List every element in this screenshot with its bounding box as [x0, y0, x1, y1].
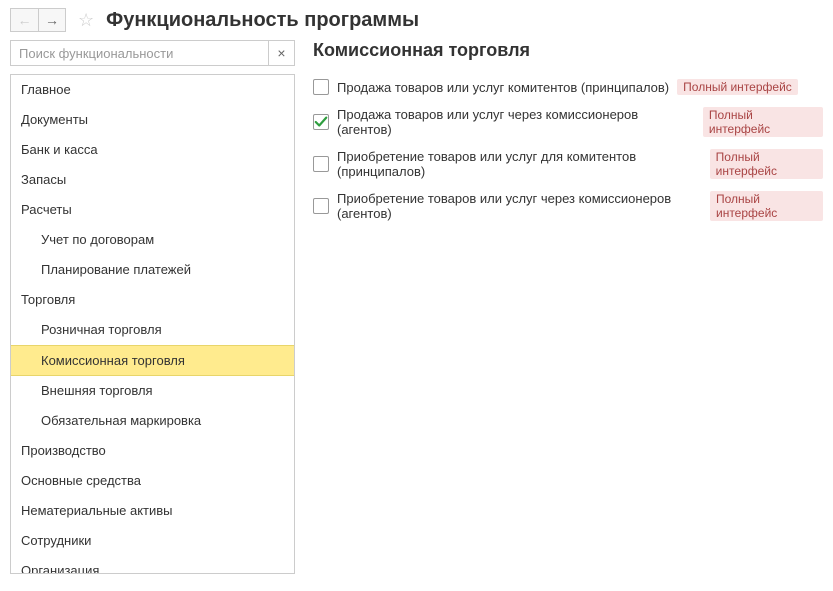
- left-column: × Главное Документы Банк и касса Запасы Расч…: [10, 40, 295, 574]
- close-icon: ×: [277, 45, 285, 61]
- forward-button[interactable]: →: [38, 8, 66, 32]
- option-row: Продажа товаров или услуг через комиссио…: [313, 107, 823, 137]
- tree-item-label: Планирование платежей: [41, 262, 191, 277]
- header: ← → ☆ Функциональность программы: [0, 0, 833, 40]
- options-list: Продажа товаров или услуг комитентов (пр…: [313, 79, 823, 221]
- search-input[interactable]: [10, 40, 269, 66]
- star-icon[interactable]: ☆: [78, 10, 94, 31]
- tree-item-label: Учет по договорам: [41, 232, 154, 247]
- nav-buttons: ← →: [10, 8, 66, 32]
- tree-item-label: Розничная торговля: [41, 322, 162, 337]
- tree-item[interactable]: Обязательная маркировка: [11, 406, 294, 436]
- tree-item-label: Основные средства: [21, 473, 141, 488]
- search-row: ×: [10, 40, 295, 66]
- option-label: Приобретение товаров или услуг через ком…: [337, 191, 702, 221]
- tree-item-label: Документы: [21, 112, 88, 127]
- tree-item-label: Главное: [21, 82, 71, 97]
- clear-search-button[interactable]: ×: [269, 40, 295, 66]
- back-button[interactable]: ←: [10, 8, 38, 32]
- section-title: Комиссионная торговля: [313, 40, 823, 61]
- interface-badge: Полный интерфейс: [703, 107, 823, 137]
- arrow-left-icon: ←: [18, 12, 32, 28]
- tree-item[interactable]: Расчеты: [11, 195, 294, 225]
- tree-item[interactable]: Торговля: [11, 285, 294, 315]
- tree-item[interactable]: Организация: [11, 556, 294, 574]
- option-checkbox[interactable]: [313, 114, 329, 130]
- option-label: Приобретение товаров или услуг для комит…: [337, 149, 702, 179]
- right-column: Комиссионная торговля Продажа товаров ил…: [313, 40, 823, 574]
- tree-item[interactable]: Запасы: [11, 165, 294, 195]
- option-row: Приобретение товаров или услуг для комит…: [313, 149, 823, 179]
- option-row: Приобретение товаров или услуг через ком…: [313, 191, 823, 221]
- page-title: Функциональность программы: [106, 9, 419, 32]
- tree-item-label: Производство: [21, 443, 106, 458]
- tree-item-label: Банк и касса: [21, 142, 98, 157]
- tree-item-label: Запасы: [21, 172, 66, 187]
- tree-item-label: Внешняя торговля: [41, 383, 153, 398]
- content: × Главное Документы Банк и касса Запасы Расч…: [0, 40, 833, 574]
- interface-badge: Полный интерфейс: [710, 191, 823, 221]
- option-label: Продажа товаров или услуг через комиссио…: [337, 107, 695, 137]
- tree-item-label: Расчеты: [21, 202, 72, 217]
- tree-item-label: Комиссионная торговля: [41, 353, 185, 368]
- option-checkbox[interactable]: [313, 79, 329, 95]
- arrow-right-icon: →: [45, 12, 59, 28]
- tree-item[interactable]: Банк и касса: [11, 135, 294, 165]
- tree-item[interactable]: Учет по договорам: [11, 225, 294, 255]
- option-checkbox[interactable]: [313, 156, 329, 172]
- option-row: Продажа товаров или услуг комитентов (пр…: [313, 79, 823, 95]
- option-label: Продажа товаров или услуг комитентов (пр…: [337, 80, 669, 95]
- tree-item[interactable]: Комиссионная торговля: [11, 345, 294, 376]
- tree-item[interactable]: Сотрудники: [11, 526, 294, 556]
- interface-badge: Полный интерфейс: [677, 79, 798, 95]
- tree-item-label: Организация: [21, 563, 99, 574]
- functionality-tree: Главное Документы Банк и касса Запасы Расчет…: [10, 74, 295, 574]
- tree-item[interactable]: Розничная торговля: [11, 315, 294, 345]
- tree-item-label: Обязательная маркировка: [41, 413, 201, 428]
- interface-badge: Полный интерфейс: [710, 149, 823, 179]
- option-checkbox[interactable]: [313, 198, 329, 214]
- tree-item[interactable]: Планирование платежей: [11, 255, 294, 285]
- tree-item-label: Торговля: [21, 292, 75, 307]
- tree-item[interactable]: Внешняя торговля: [11, 376, 294, 406]
- tree-item[interactable]: Производство: [11, 436, 294, 466]
- tree-item-label: Сотрудники: [21, 533, 91, 548]
- tree-item[interactable]: Нематериальные активы: [11, 496, 294, 526]
- tree-item[interactable]: Главное: [11, 75, 294, 105]
- tree-item[interactable]: Основные средства: [11, 466, 294, 496]
- tree-item-label: Нематериальные активы: [21, 503, 173, 518]
- tree-item[interactable]: Документы: [11, 105, 294, 135]
